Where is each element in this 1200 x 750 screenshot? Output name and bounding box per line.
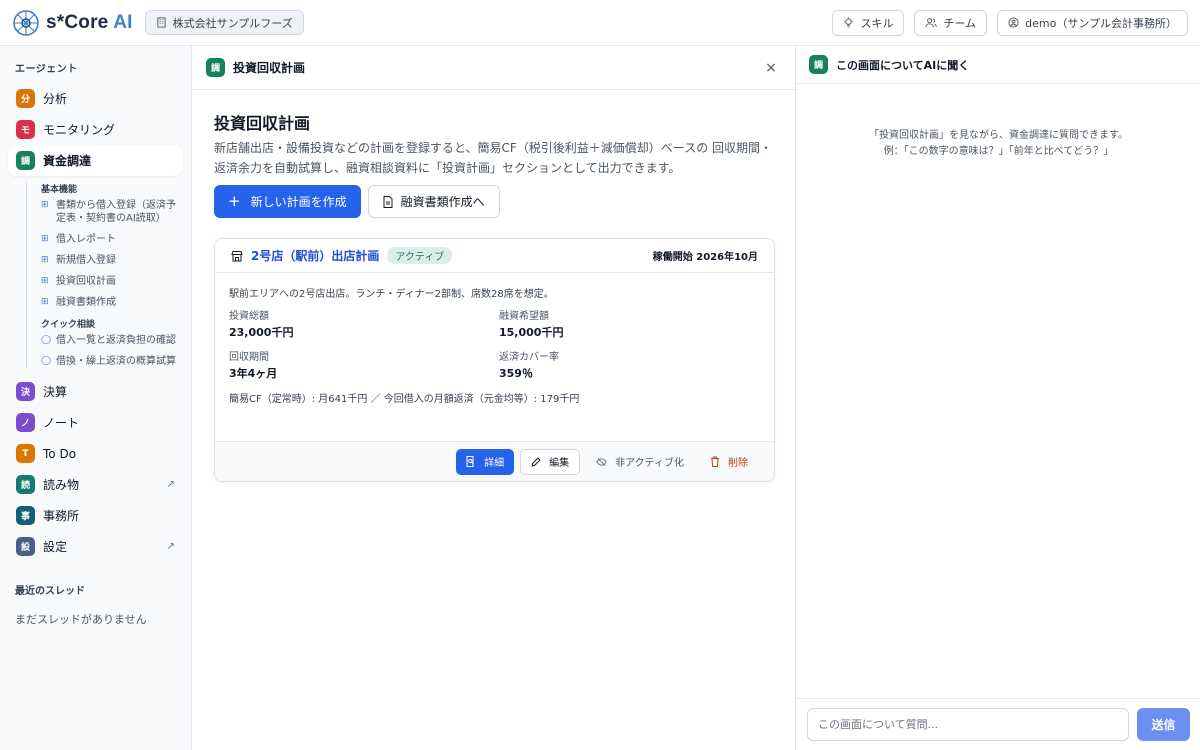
plan-card: 2号店（駅前）出店計画 アクティブ 稼働開始 2026年10月 駅前エリアへの2… (214, 238, 775, 482)
sidebar-section-title: エージェント (15, 64, 78, 75)
settings-badge-icon: 設 (16, 537, 35, 556)
search-doc-icon (466, 456, 474, 467)
chat-bubble-icon: ◯ (41, 335, 52, 345)
plan-name-link[interactable]: 2号店（駅前）出店計画 (251, 247, 379, 264)
office-badge-icon: 事 (16, 506, 35, 525)
building-icon (157, 17, 166, 28)
grid-icon: ⊞ (41, 276, 49, 286)
deactivate-button[interactable]: 非アクティブ化 (586, 449, 694, 475)
sidebar-item-monitoring[interactable]: モ モニタリング (8, 114, 183, 145)
detail-button[interactable]: 詳細 (456, 448, 515, 475)
top-header: s*Core AI 株式会社サンプルフーズ スキル チーム demo（サンプル会… (0, 0, 1200, 46)
status-badge: アクティブ (387, 247, 453, 264)
eye-off-icon (596, 457, 607, 466)
sidebar-item-closing[interactable]: 決 決算 (8, 376, 183, 407)
notes-badge-icon: ノ (16, 413, 35, 432)
sidebar-item-todo[interactable]: T To Do (8, 438, 183, 469)
chat-bubble-icon: ◯ (41, 356, 52, 366)
grid-icon: ⊞ (41, 297, 49, 307)
logo-text: s*Core AI (46, 11, 133, 33)
plan-description: 駅前エリアへの2号店出店。ランチ・ディナー2部制、席数28席を想定。 (229, 289, 554, 300)
document-icon (383, 195, 393, 208)
subnav-item[interactable]: ⊞ 融資書類作成 (41, 296, 183, 309)
recent-threads-empty: まだスレッドがありません (15, 613, 147, 626)
subnav-item[interactable]: ⊞ 借入レポート (41, 233, 183, 246)
delete-button[interactable]: 削除 (700, 449, 758, 475)
grid-icon: ⊞ (41, 255, 49, 265)
closing-badge-icon: 決 (16, 382, 35, 401)
sidebar-item-notes[interactable]: ノ ノート (8, 407, 183, 438)
subnav-item[interactable]: ◯ 借換・繰上返済の概算試算 (41, 355, 183, 368)
company-selector[interactable]: 株式会社サンプルフーズ (144, 10, 304, 35)
plan-cf-summary: 簡易CF（定常時）: 月641千円 ／ 今回借入の月額返済（元金均等）: 179… (229, 394, 580, 405)
lightbulb-icon (844, 17, 854, 28)
subnav-item[interactable]: ⊞ 新規借入登録 (41, 254, 183, 267)
main-panel: 調 投資回収計画 × 投資回収計画 新店舗出店・設備投資などの計画を登録すると、… (192, 46, 796, 750)
trash-icon (711, 456, 719, 467)
plan-start-date: 稼働開始 2026年10月 (652, 252, 758, 263)
financing-badge-icon: 調 (809, 55, 828, 74)
send-button[interactable]: 送信 (1137, 708, 1190, 741)
question-input[interactable] (807, 708, 1129, 741)
close-icon[interactable]: × (761, 60, 781, 76)
financing-subnav: 基本機能 ⊞ 書類から借入登録（返済予定表・契約書のAI読取） ⊞ 借入レポート ⊞… (26, 182, 183, 368)
sub-quick-title: クイック相談 (41, 320, 96, 330)
financing-badge-icon: 調 (206, 58, 225, 77)
sidebar-item-analysis[interactable]: 分 分析 (8, 83, 183, 114)
sidebar-item-financing[interactable]: 調 資金調達 (8, 145, 183, 176)
pencil-icon (531, 456, 541, 467)
sub-basic-title: 基本機能 (41, 185, 78, 195)
plan-card-body: 駅前エリアへの2号店出店。ランチ・ディナー2部制、席数28席を想定。 投資総額 … (215, 273, 774, 441)
sidebar: エージェント 分 分析 モ モニタリング 調 資金調達 基本機能 ⊞ 書類から借入… (0, 46, 192, 750)
user-menu-button[interactable]: demo（サンプル会計事務所） (997, 9, 1188, 36)
ai-assistant-panel: 調 この画面についてAIに聞く 「投資回収計画」を見ながら、資金調達に質問できま… (797, 46, 1200, 750)
external-link-icon: ↗ (166, 479, 175, 490)
app-logo[interactable]: s*Core AI (12, 9, 133, 37)
todo-badge-icon: T (16, 444, 35, 463)
users-icon (925, 18, 938, 28)
loan-docs-button[interactable]: 融資書類作成へ (367, 185, 500, 218)
page-description: 新店舗出店・設備投資などの計画を登録すると、簡易CF（税引後利益＋減価償却）ベー… (214, 141, 773, 175)
page-title: 投資回収計画 (214, 114, 311, 133)
ai-panel-intro: 「投資回収計画」を見ながら、資金調達に質問できます。 例：「この数字の意味は？」… (869, 130, 1128, 157)
sidebar-item-office[interactable]: 事 事務所 (8, 500, 183, 531)
new-plan-button[interactable]: + 新しい計画を作成 (214, 185, 361, 218)
sidebar-item-reading[interactable]: 読 読み物 ↗ (8, 469, 183, 500)
subnav-item[interactable]: ⊞ 書類から借入登録（返済予定表・契約書のAI読取） (41, 199, 183, 225)
external-link-icon: ↗ (166, 541, 175, 552)
grid-icon: ⊞ (41, 200, 49, 210)
ai-panel-title: この画面についてAIに聞く (836, 58, 970, 72)
ai-panel-header: 調 この画面についてAIに聞く (797, 46, 1200, 84)
edit-button[interactable]: 編集 (520, 448, 581, 475)
store-icon (231, 250, 243, 261)
metric-investment: 投資総額 23,000千円 (229, 311, 294, 339)
reading-badge-icon: 読 (16, 475, 35, 494)
subnav-item[interactable]: ◯ 借入一覧と返済負担の確認 (41, 334, 183, 347)
logo-mark-icon (13, 9, 39, 36)
plan-card-actions: 詳細 編集 非アクティブ化 削除 (215, 441, 774, 481)
analysis-badge-icon: 分 (16, 89, 35, 108)
ai-input-bar: 送信 (797, 698, 1200, 750)
main-content: 投資回収計画 新店舗出店・設備投資などの計画を登録すると、簡易CF（税引後利益＋… (192, 90, 795, 502)
sidebar-item-settings[interactable]: 設 設定 ↗ (8, 531, 183, 562)
recent-threads-title: 最近のスレッド (15, 586, 85, 597)
plus-icon: + (228, 192, 241, 210)
metric-loan-request: 融資希望額 15,000千円 (499, 311, 564, 339)
grid-icon: ⊞ (41, 234, 49, 244)
subnav-item[interactable]: ⊞ 投資回収計画 (41, 275, 183, 288)
team-button[interactable]: チーム (914, 9, 988, 36)
monitoring-badge-icon: モ (16, 120, 35, 139)
user-circle-icon (1008, 17, 1019, 28)
skills-button[interactable]: スキル (832, 9, 905, 36)
plan-card-header: 2号店（駅前）出店計画 アクティブ 稼働開始 2026年10月 (215, 239, 774, 273)
financing-badge-icon: 調 (16, 151, 35, 170)
panel-title: 投資回収計画 (233, 61, 306, 75)
metric-coverage: 返済カバー率 359％ (499, 352, 559, 380)
company-name: 株式会社サンプルフーズ (172, 16, 293, 30)
metric-payback: 回収期間 3年4ヶ月 (229, 352, 278, 380)
main-panel-header: 調 投資回収計画 × (192, 46, 795, 90)
